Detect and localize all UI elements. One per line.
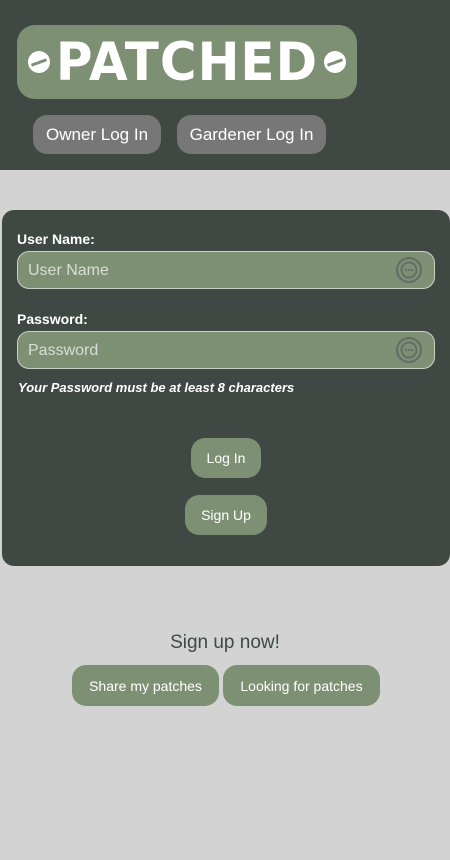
password-manager-icon[interactable] [396,257,422,283]
password-manager-icon[interactable] [396,337,422,363]
owner-login-button[interactable]: Owner Log In [33,115,161,154]
username-field[interactable] [17,251,435,290]
login-panel: User Name: Password: Your Password must … [2,210,450,566]
password-label: Password: [17,311,88,327]
patched-logo[interactable]: PATCHED [17,25,357,99]
signup-cta-title: Sign up now! [170,632,280,653]
looking-for-patches-button[interactable]: Looking for patches [223,665,380,706]
password-input[interactable] [26,332,390,370]
password-hint: Your Password must be at least 8 charact… [18,380,295,395]
signup-button[interactable]: Sign Up [185,495,267,535]
share-my-patches-button[interactable]: Share my patches [72,665,219,706]
username-input[interactable] [26,252,390,290]
screw-right-icon [324,51,346,73]
login-button[interactable]: Log In [191,438,261,478]
screw-left-icon [28,51,50,73]
username-label: User Name: [17,231,95,247]
logo-text: PATCHED [55,31,319,93]
gardener-login-button[interactable]: Gardener Log In [177,115,326,154]
app-header: PATCHED Owner Log In Gardener Log In [0,0,450,170]
password-field[interactable] [17,331,435,370]
